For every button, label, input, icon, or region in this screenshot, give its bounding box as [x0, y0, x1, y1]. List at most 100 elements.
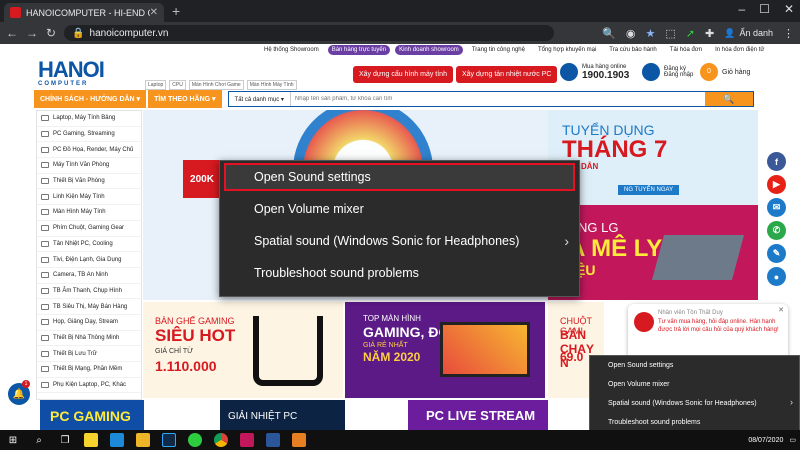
start-windows-icon[interactable]: ⊞	[0, 430, 26, 450]
build-cooling-button[interactable]: Xây dựng tản nhiệt nước PC	[456, 66, 558, 83]
extension-arrow-icon[interactable]: ➚	[686, 27, 695, 40]
sidebar-item-label: Linh Kiện Máy Tính	[53, 193, 105, 200]
sidebar-item[interactable]: Laptop, Máy Tính Bảng	[37, 111, 141, 127]
sidebar-item[interactable]: Thiết Bị Mạng, Phần Mềm	[37, 362, 141, 378]
top-nav-item[interactable]: Tổng hợp khuyến mại	[534, 45, 600, 55]
sidebar-item[interactable]: PC Đồ Họa, Render, Máy Chủ	[37, 142, 141, 159]
sidebar-item[interactable]: Phụ Kiện Laptop, PC, Khác	[37, 378, 141, 394]
build-pc-button[interactable]: Xây dựng cấu hình máy tính	[353, 66, 453, 83]
top-nav-item[interactable]: Kinh doanh showroom	[395, 45, 463, 55]
search-button[interactable]: 🔍	[705, 92, 753, 106]
hotline[interactable]: Mua hàng online 1900.1903	[560, 63, 629, 81]
app-icon[interactable]	[234, 430, 260, 450]
pc-gaming-banner[interactable]: PC GAMING	[40, 400, 144, 430]
policy-menu[interactable]: CHÍNH SÁCH - HƯỚNG DẪN ▾	[34, 90, 147, 108]
sidebar-item[interactable]: Họp, Giảng Dạy, Stream	[37, 315, 141, 331]
sidebar-item[interactable]: Thiết Bị Văn Phòng	[37, 174, 141, 190]
chevron-right-icon: ›	[790, 397, 793, 407]
top-nav-item[interactable]: Bán hàng trực tuyến	[327, 45, 391, 55]
date-text[interactable]: 08/07/2020	[748, 437, 783, 444]
sidebar-item[interactable]: TB Âm Thanh, Chụp Hình	[37, 284, 141, 300]
sidebar-item[interactable]: Thiết Bị Lưu Trữ	[37, 346, 141, 362]
sidebar-item[interactable]: Linh Kiện Máy Tính	[37, 189, 141, 206]
star-icon[interactable]: ★	[646, 27, 656, 40]
site-logo[interactable]: HANOI COMPUTER	[38, 58, 138, 88]
reload-icon[interactable]: ↻	[46, 26, 56, 40]
menu-open-volume-mixer[interactable]: Open Volume mixer	[590, 375, 799, 394]
chat-popup[interactable]: ✕ Nhân viên Tôn Thất Duy Tư vấn mua hàng…	[628, 304, 788, 359]
search-input[interactable]	[290, 92, 705, 106]
quick-link[interactable]: Laptop	[145, 80, 167, 90]
url-field[interactable]: 🔒 hanoicomputer.vn	[64, 25, 555, 41]
sidebar-item[interactable]: Màn Hình Máy Tính	[37, 205, 141, 221]
login-link[interactable]: Đăng nhập	[664, 72, 693, 78]
camtasia-icon[interactable]	[182, 430, 208, 450]
sidebar-item[interactable]: Tivi, Điện Lạnh, Gia Dụng	[37, 252, 141, 268]
category-icon	[41, 334, 49, 341]
task-view-icon[interactable]: ❐	[52, 430, 78, 450]
media-app-icon[interactable]	[104, 430, 130, 450]
tab-close-icon[interactable]: ✕	[150, 7, 158, 18]
menu-open-volume-mixer[interactable]: Open Volume mixer	[220, 193, 579, 225]
new-tab-button[interactable]: +	[172, 3, 180, 19]
top-nav-item[interactable]: Tra cứu bảo hành	[605, 45, 661, 55]
search-icon[interactable]: 🔍	[602, 27, 616, 40]
chat-agent-name: Nhân viên Tôn Thất Duy	[658, 310, 723, 316]
menu-troubleshoot[interactable]: Troubleshoot sound problems	[220, 257, 579, 289]
browser-tab[interactable]: HANOICOMPUTER - HI-END COMPUTER ✕	[4, 3, 164, 22]
top-nav-item[interactable]: In hóa đơn điện tử	[711, 45, 768, 55]
category-bar: CHÍNH SÁCH - HƯỚNG DẪN ▾ TÌM THEO HÃNG ▾…	[34, 90, 754, 108]
gaming-chair-banner[interactable]: BÀN GHẾ GAMING SIÊU HOT GIÁ CHỈ TỪ 1.110…	[143, 302, 343, 398]
menu-spatial-sound[interactable]: Spatial sound (Windows Sonic for Headpho…	[220, 225, 579, 257]
email-icon[interactable]: ✉	[767, 198, 786, 217]
sticky-notes-icon[interactable]	[78, 430, 104, 450]
menu-open-sound-settings[interactable]: Open Sound settings	[590, 356, 799, 375]
cart[interactable]: 0 Giỏ hàng	[700, 63, 750, 81]
monitor-banner[interactable]: TOP MÀN HÌNH GAMING, ĐỒ HỌA GIÁ RẺ NHẤT …	[345, 302, 545, 398]
lg-text-2: A MÊ LY	[568, 235, 663, 262]
photoshop-icon[interactable]	[156, 430, 182, 450]
facebook-icon[interactable]: f	[767, 152, 786, 171]
livestream-banner[interactable]: PC LIVE STREAM	[408, 400, 548, 430]
wrench-icon[interactable]: ✎	[767, 244, 786, 263]
back-icon[interactable]: ←	[6, 26, 18, 40]
minimize-icon[interactable]: –	[738, 2, 745, 16]
quick-link[interactable]: CPU	[169, 80, 186, 90]
forward-icon[interactable]: →	[26, 26, 38, 40]
close-window-icon[interactable]: ✕	[784, 2, 794, 16]
sidebar-item[interactable]: Máy Tính Văn Phòng	[37, 158, 141, 174]
sidebar-item[interactable]: Phím Chuột, Gaming Gear	[37, 221, 141, 237]
menu-icon[interactable]: ⋮	[783, 27, 794, 40]
notification-icon[interactable]: ▭	[789, 436, 796, 444]
menu-spatial-sound[interactable]: Spatial sound (Windows Sonic for Headpho…	[590, 394, 799, 413]
folder-icon[interactable]	[130, 430, 156, 450]
app-icon[interactable]	[286, 430, 312, 450]
profile-button[interactable]: 👤 Ẩn danh	[724, 28, 773, 39]
close-icon[interactable]: ✕	[778, 306, 784, 314]
location-icon[interactable]: ●	[767, 267, 786, 286]
quick-link[interactable]: Màn Hình Chơi Game	[188, 80, 244, 90]
top-nav-item[interactable]: Hệ thống Showroom	[260, 45, 323, 55]
sidebar-item[interactable]: Camera, TB An Ninh	[37, 268, 141, 284]
maximize-icon[interactable]: ☐	[759, 2, 770, 16]
menu-open-sound-settings[interactable]: Open Sound settings	[224, 163, 575, 191]
account[interactable]: Đăng ký Đăng nhập	[642, 63, 693, 81]
word-icon[interactable]	[260, 430, 286, 450]
search-category-select[interactable]: Tất cả danh mục ▾	[229, 92, 291, 106]
phone-icon[interactable]: ✆	[767, 221, 786, 240]
search-icon[interactable]: ⌕	[26, 430, 52, 450]
hidden-eye-icon[interactable]: ◉	[626, 27, 636, 40]
cooling-banner[interactable]: GIẢI NHIỆT PC	[220, 400, 345, 430]
sidebar-item[interactable]: Tản Nhiệt PC, Cooling	[37, 237, 141, 253]
top-nav-item[interactable]: Trang tin công nghệ	[468, 45, 529, 55]
sidebar-item[interactable]: PC Gaming, Streaming	[37, 127, 141, 143]
quick-link[interactable]: Màn Hình Máy Tính	[246, 80, 297, 90]
puzzle-icon[interactable]: ✚	[705, 27, 714, 40]
extension-icon[interactable]: ⬚	[665, 27, 675, 40]
sidebar-item[interactable]: Thiết Bị Nhà Thông Minh	[37, 331, 141, 347]
top-nav-item[interactable]: Tải hóa đơn	[666, 45, 706, 55]
chrome-icon[interactable]	[208, 430, 234, 450]
youtube-icon[interactable]: ▶	[767, 175, 786, 194]
brand-menu[interactable]: TÌM THEO HÃNG ▾	[148, 90, 222, 108]
sidebar-item[interactable]: TB Siêu Thị, Máy Bán Hàng	[37, 299, 141, 315]
